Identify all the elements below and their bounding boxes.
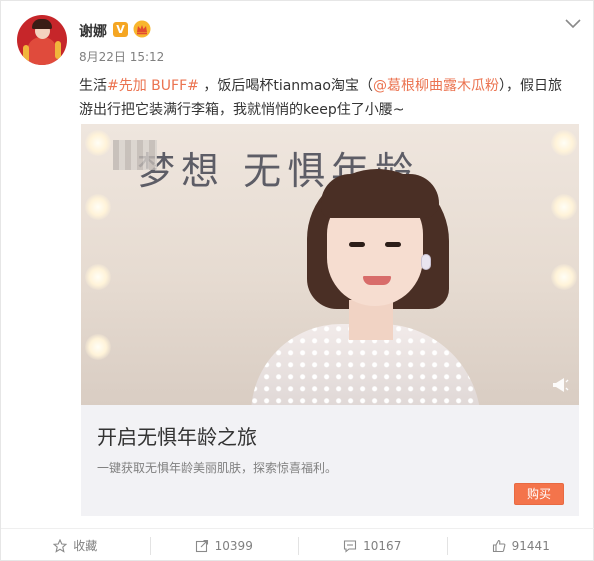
repost-count: 10399 — [214, 538, 253, 553]
promo-card[interactable]: 开启无惧年龄之旅 一键获取无惧年龄美丽肌肤，探索惊喜福利。 购买 — [81, 405, 579, 516]
favorite-button[interactable]: 收藏 — [1, 529, 150, 561]
portrait-neck — [349, 300, 393, 340]
favorite-label: 收藏 — [73, 539, 98, 553]
mirror-light — [85, 130, 111, 156]
mirror-light — [85, 334, 111, 360]
repost-button[interactable]: 10399 — [149, 529, 299, 561]
topic-link[interactable]: #先加 BUFF# — [107, 78, 199, 94]
avatar-decoration-right — [55, 41, 61, 59]
post-text-part: 生活 — [79, 78, 107, 94]
portrait-lips — [363, 276, 391, 285]
weibo-post-card: 谢娜 V 8月22日 15:12 生活#先加 BUFF# ，饭后喝杯tianma… — [0, 0, 594, 561]
comment-icon — [344, 539, 357, 553]
vip-crown-icon[interactable] — [133, 20, 151, 38]
comment-button[interactable]: 10167 — [298, 529, 447, 561]
post-timestamp[interactable]: 8月22日 15:12 — [79, 48, 164, 65]
avatar-decoration-left — [23, 45, 29, 63]
username[interactable]: 谢娜 — [79, 21, 107, 41]
mirror-light — [551, 264, 577, 290]
blurred-region — [113, 140, 157, 170]
avatar-figure-hair — [32, 19, 52, 29]
action-bar: 收藏 10399 10167 91441 — [1, 529, 594, 561]
mirror-light — [85, 194, 111, 220]
mirror-light — [551, 194, 577, 220]
post-text-part: ，饭后喝杯tianmao淘宝（ — [198, 78, 373, 94]
mirror-light — [85, 264, 111, 290]
post-text: 生活#先加 BUFF# ，饭后喝杯tianmao淘宝（@葛根柳曲露木瓜粉），假日… — [79, 74, 575, 122]
portrait-eye — [349, 242, 365, 247]
thumbs-up-icon — [492, 539, 506, 552]
mention-link[interactable]: @葛根柳曲露木瓜粉 — [373, 78, 499, 94]
post-image[interactable]: 梦想 无惧年龄 — [81, 124, 579, 405]
repost-icon — [195, 539, 208, 552]
comment-count: 10167 — [363, 538, 402, 553]
like-count: 91441 — [511, 538, 550, 553]
promo-title: 开启无惧年龄之旅 — [97, 425, 257, 449]
avatar[interactable] — [17, 15, 67, 65]
megaphone-icon[interactable] — [551, 376, 569, 394]
promo-description: 一键获取无惧年龄美丽肌肤，探索惊喜福利。 — [97, 461, 338, 475]
like-button[interactable]: 91441 — [446, 529, 594, 561]
portrait-earring — [421, 254, 431, 270]
star-icon — [53, 538, 68, 553]
mirror-light — [551, 130, 577, 156]
buy-button[interactable]: 购买 — [514, 483, 564, 505]
portrait-eye — [385, 242, 401, 247]
chevron-down-icon[interactable] — [564, 17, 582, 31]
verified-badge-icon[interactable]: V — [113, 22, 128, 37]
avatar-figure-body — [27, 37, 57, 65]
portrait-bangs — [321, 174, 439, 218]
